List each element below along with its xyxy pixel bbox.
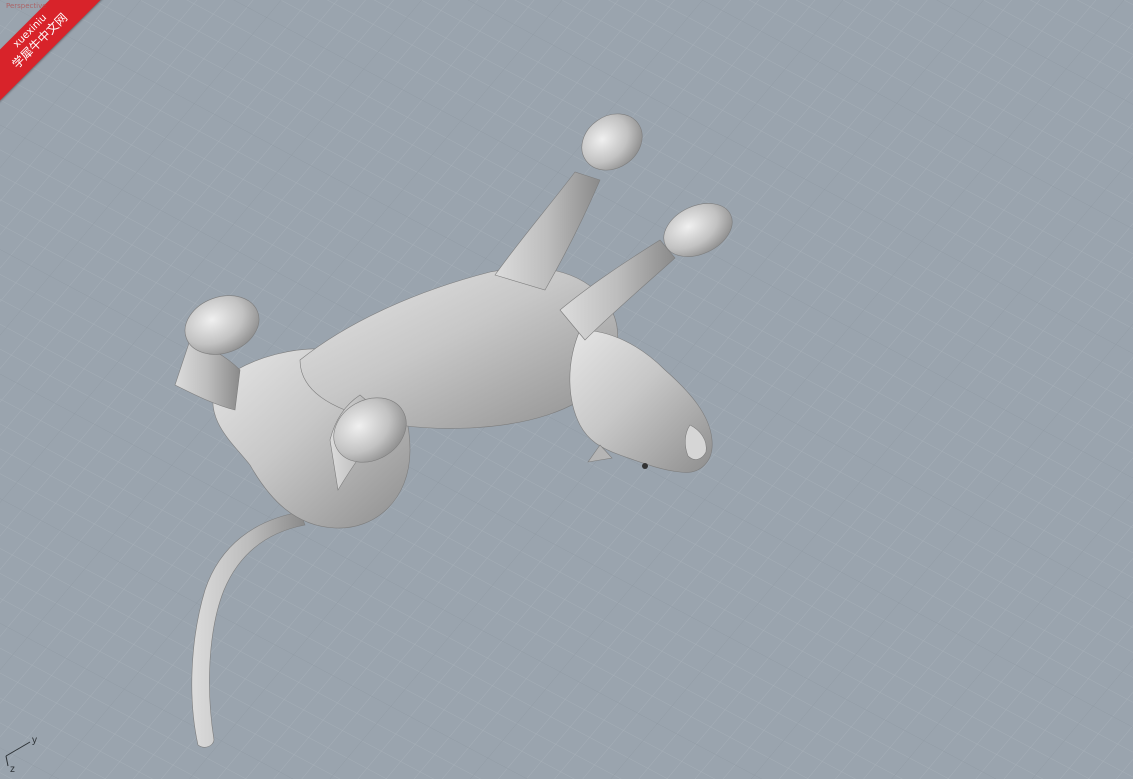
viewport-title: Perspective (6, 2, 47, 10)
perspective-viewport[interactable]: Perspective y z xuexiniu 学犀牛中文网 (0, 0, 1133, 779)
viewport-canvas[interactable] (0, 0, 1133, 779)
eye (642, 463, 648, 469)
y-axis-label: y (32, 735, 37, 746)
z-axis-label: z (10, 764, 15, 775)
